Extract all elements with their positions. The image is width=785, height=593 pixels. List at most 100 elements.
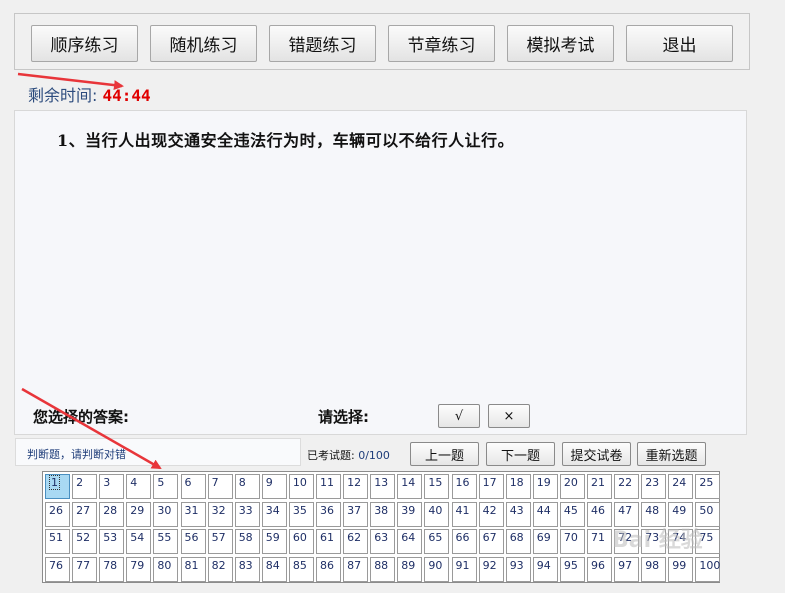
- question-cell[interactable]: 70: [559, 529, 585, 554]
- question-cell[interactable]: 64: [397, 529, 423, 554]
- question-cell[interactable]: 3: [99, 474, 125, 499]
- question-cell[interactable]: 56: [180, 529, 206, 554]
- question-cell[interactable]: 6: [180, 474, 206, 499]
- question-cell[interactable]: 16: [451, 474, 477, 499]
- question-cell[interactable]: 73: [641, 529, 667, 554]
- question-cell[interactable]: 18: [505, 474, 531, 499]
- question-cell[interactable]: 44: [532, 501, 558, 527]
- sequential-practice-button[interactable]: 顺序练习: [31, 25, 138, 62]
- question-cell[interactable]: 25: [695, 474, 721, 499]
- question-cell[interactable]: 51: [45, 529, 70, 554]
- question-cell[interactable]: 94: [532, 556, 558, 582]
- question-cell[interactable]: 87: [343, 556, 369, 582]
- question-cell[interactable]: 89: [397, 556, 423, 582]
- question-cell[interactable]: 20: [559, 474, 585, 499]
- question-cell[interactable]: 32: [207, 501, 233, 527]
- question-cell[interactable]: 40: [424, 501, 450, 527]
- question-cell[interactable]: 48: [641, 501, 667, 527]
- question-cell[interactable]: 35: [288, 501, 314, 527]
- question-cell[interactable]: 100: [695, 556, 721, 582]
- question-cell[interactable]: 37: [343, 501, 369, 527]
- question-cell[interactable]: 52: [72, 529, 98, 554]
- question-cell[interactable]: 1: [45, 474, 70, 499]
- question-cell[interactable]: 55: [153, 529, 179, 554]
- question-cell[interactable]: 95: [559, 556, 585, 582]
- question-cell[interactable]: 15: [424, 474, 450, 499]
- question-cell[interactable]: 4: [126, 474, 152, 499]
- question-cell[interactable]: 34: [261, 501, 287, 527]
- question-cell[interactable]: 36: [316, 501, 341, 527]
- question-cell[interactable]: 7: [207, 474, 233, 499]
- question-cell[interactable]: 27: [72, 501, 98, 527]
- question-cell[interactable]: 69: [532, 529, 558, 554]
- question-cell[interactable]: 11: [316, 474, 341, 499]
- question-cell[interactable]: 77: [72, 556, 98, 582]
- question-cell[interactable]: 42: [478, 501, 504, 527]
- question-cell[interactable]: 45: [559, 501, 585, 527]
- next-question-button[interactable]: 下一题: [486, 442, 555, 466]
- question-cell[interactable]: 29: [126, 501, 152, 527]
- question-cell[interactable]: 47: [614, 501, 640, 527]
- previous-question-button[interactable]: 上一题: [410, 442, 479, 466]
- mock-exam-button[interactable]: 模拟考试: [507, 25, 614, 62]
- question-cell[interactable]: 71: [587, 529, 612, 554]
- question-cell[interactable]: 49: [668, 501, 694, 527]
- question-cell[interactable]: 43: [505, 501, 531, 527]
- question-cell[interactable]: 39: [397, 501, 423, 527]
- question-cell[interactable]: 8: [234, 474, 260, 499]
- question-cell[interactable]: 46: [587, 501, 612, 527]
- question-cell[interactable]: 22: [614, 474, 640, 499]
- question-cell[interactable]: 57: [207, 529, 233, 554]
- question-cell[interactable]: 66: [451, 529, 477, 554]
- question-cell[interactable]: 5: [153, 474, 179, 499]
- question-cell[interactable]: 86: [316, 556, 341, 582]
- question-cell[interactable]: 59: [261, 529, 287, 554]
- question-cell[interactable]: 85: [288, 556, 314, 582]
- true-answer-button[interactable]: √: [438, 404, 480, 428]
- question-cell[interactable]: 90: [424, 556, 450, 582]
- question-cell[interactable]: 33: [234, 501, 260, 527]
- question-cell[interactable]: 79: [126, 556, 152, 582]
- question-cell[interactable]: 41: [451, 501, 477, 527]
- question-cell[interactable]: 24: [668, 474, 694, 499]
- submit-exam-button[interactable]: 提交试卷: [562, 442, 631, 466]
- question-cell[interactable]: 92: [478, 556, 504, 582]
- question-cell[interactable]: 2: [72, 474, 98, 499]
- question-cell[interactable]: 76: [45, 556, 70, 582]
- question-cell[interactable]: 88: [370, 556, 396, 582]
- false-answer-button[interactable]: ×: [488, 404, 530, 428]
- reselect-questions-button[interactable]: 重新选题: [637, 442, 706, 466]
- question-cell[interactable]: 80: [153, 556, 179, 582]
- question-cell[interactable]: 93: [505, 556, 531, 582]
- question-cell[interactable]: 30: [153, 501, 179, 527]
- wrong-question-practice-button[interactable]: 错题练习: [269, 25, 376, 62]
- question-cell[interactable]: 31: [180, 501, 206, 527]
- question-cell[interactable]: 54: [126, 529, 152, 554]
- question-cell[interactable]: 12: [343, 474, 369, 499]
- question-cell[interactable]: 10: [288, 474, 314, 499]
- question-cell[interactable]: 65: [424, 529, 450, 554]
- question-cell[interactable]: 62: [343, 529, 369, 554]
- question-cell[interactable]: 78: [99, 556, 125, 582]
- question-cell[interactable]: 63: [370, 529, 396, 554]
- question-cell[interactable]: 75: [695, 529, 721, 554]
- random-practice-button[interactable]: 随机练习: [150, 25, 257, 62]
- question-cell[interactable]: 74: [668, 529, 694, 554]
- question-cell[interactable]: 97: [614, 556, 640, 582]
- question-cell[interactable]: 72: [614, 529, 640, 554]
- question-cell[interactable]: 81: [180, 556, 206, 582]
- question-cell[interactable]: 38: [370, 501, 396, 527]
- question-cell[interactable]: 17: [478, 474, 504, 499]
- question-cell[interactable]: 60: [288, 529, 314, 554]
- exit-button[interactable]: 退出: [626, 25, 733, 62]
- question-cell[interactable]: 68: [505, 529, 531, 554]
- question-cell[interactable]: 83: [234, 556, 260, 582]
- question-cell[interactable]: 99: [668, 556, 694, 582]
- question-cell[interactable]: 96: [587, 556, 612, 582]
- question-cell[interactable]: 28: [99, 501, 125, 527]
- question-cell[interactable]: 26: [45, 501, 70, 527]
- question-cell[interactable]: 50: [695, 501, 721, 527]
- question-cell[interactable]: 21: [587, 474, 612, 499]
- question-cell[interactable]: 9: [261, 474, 287, 499]
- question-cell[interactable]: 91: [451, 556, 477, 582]
